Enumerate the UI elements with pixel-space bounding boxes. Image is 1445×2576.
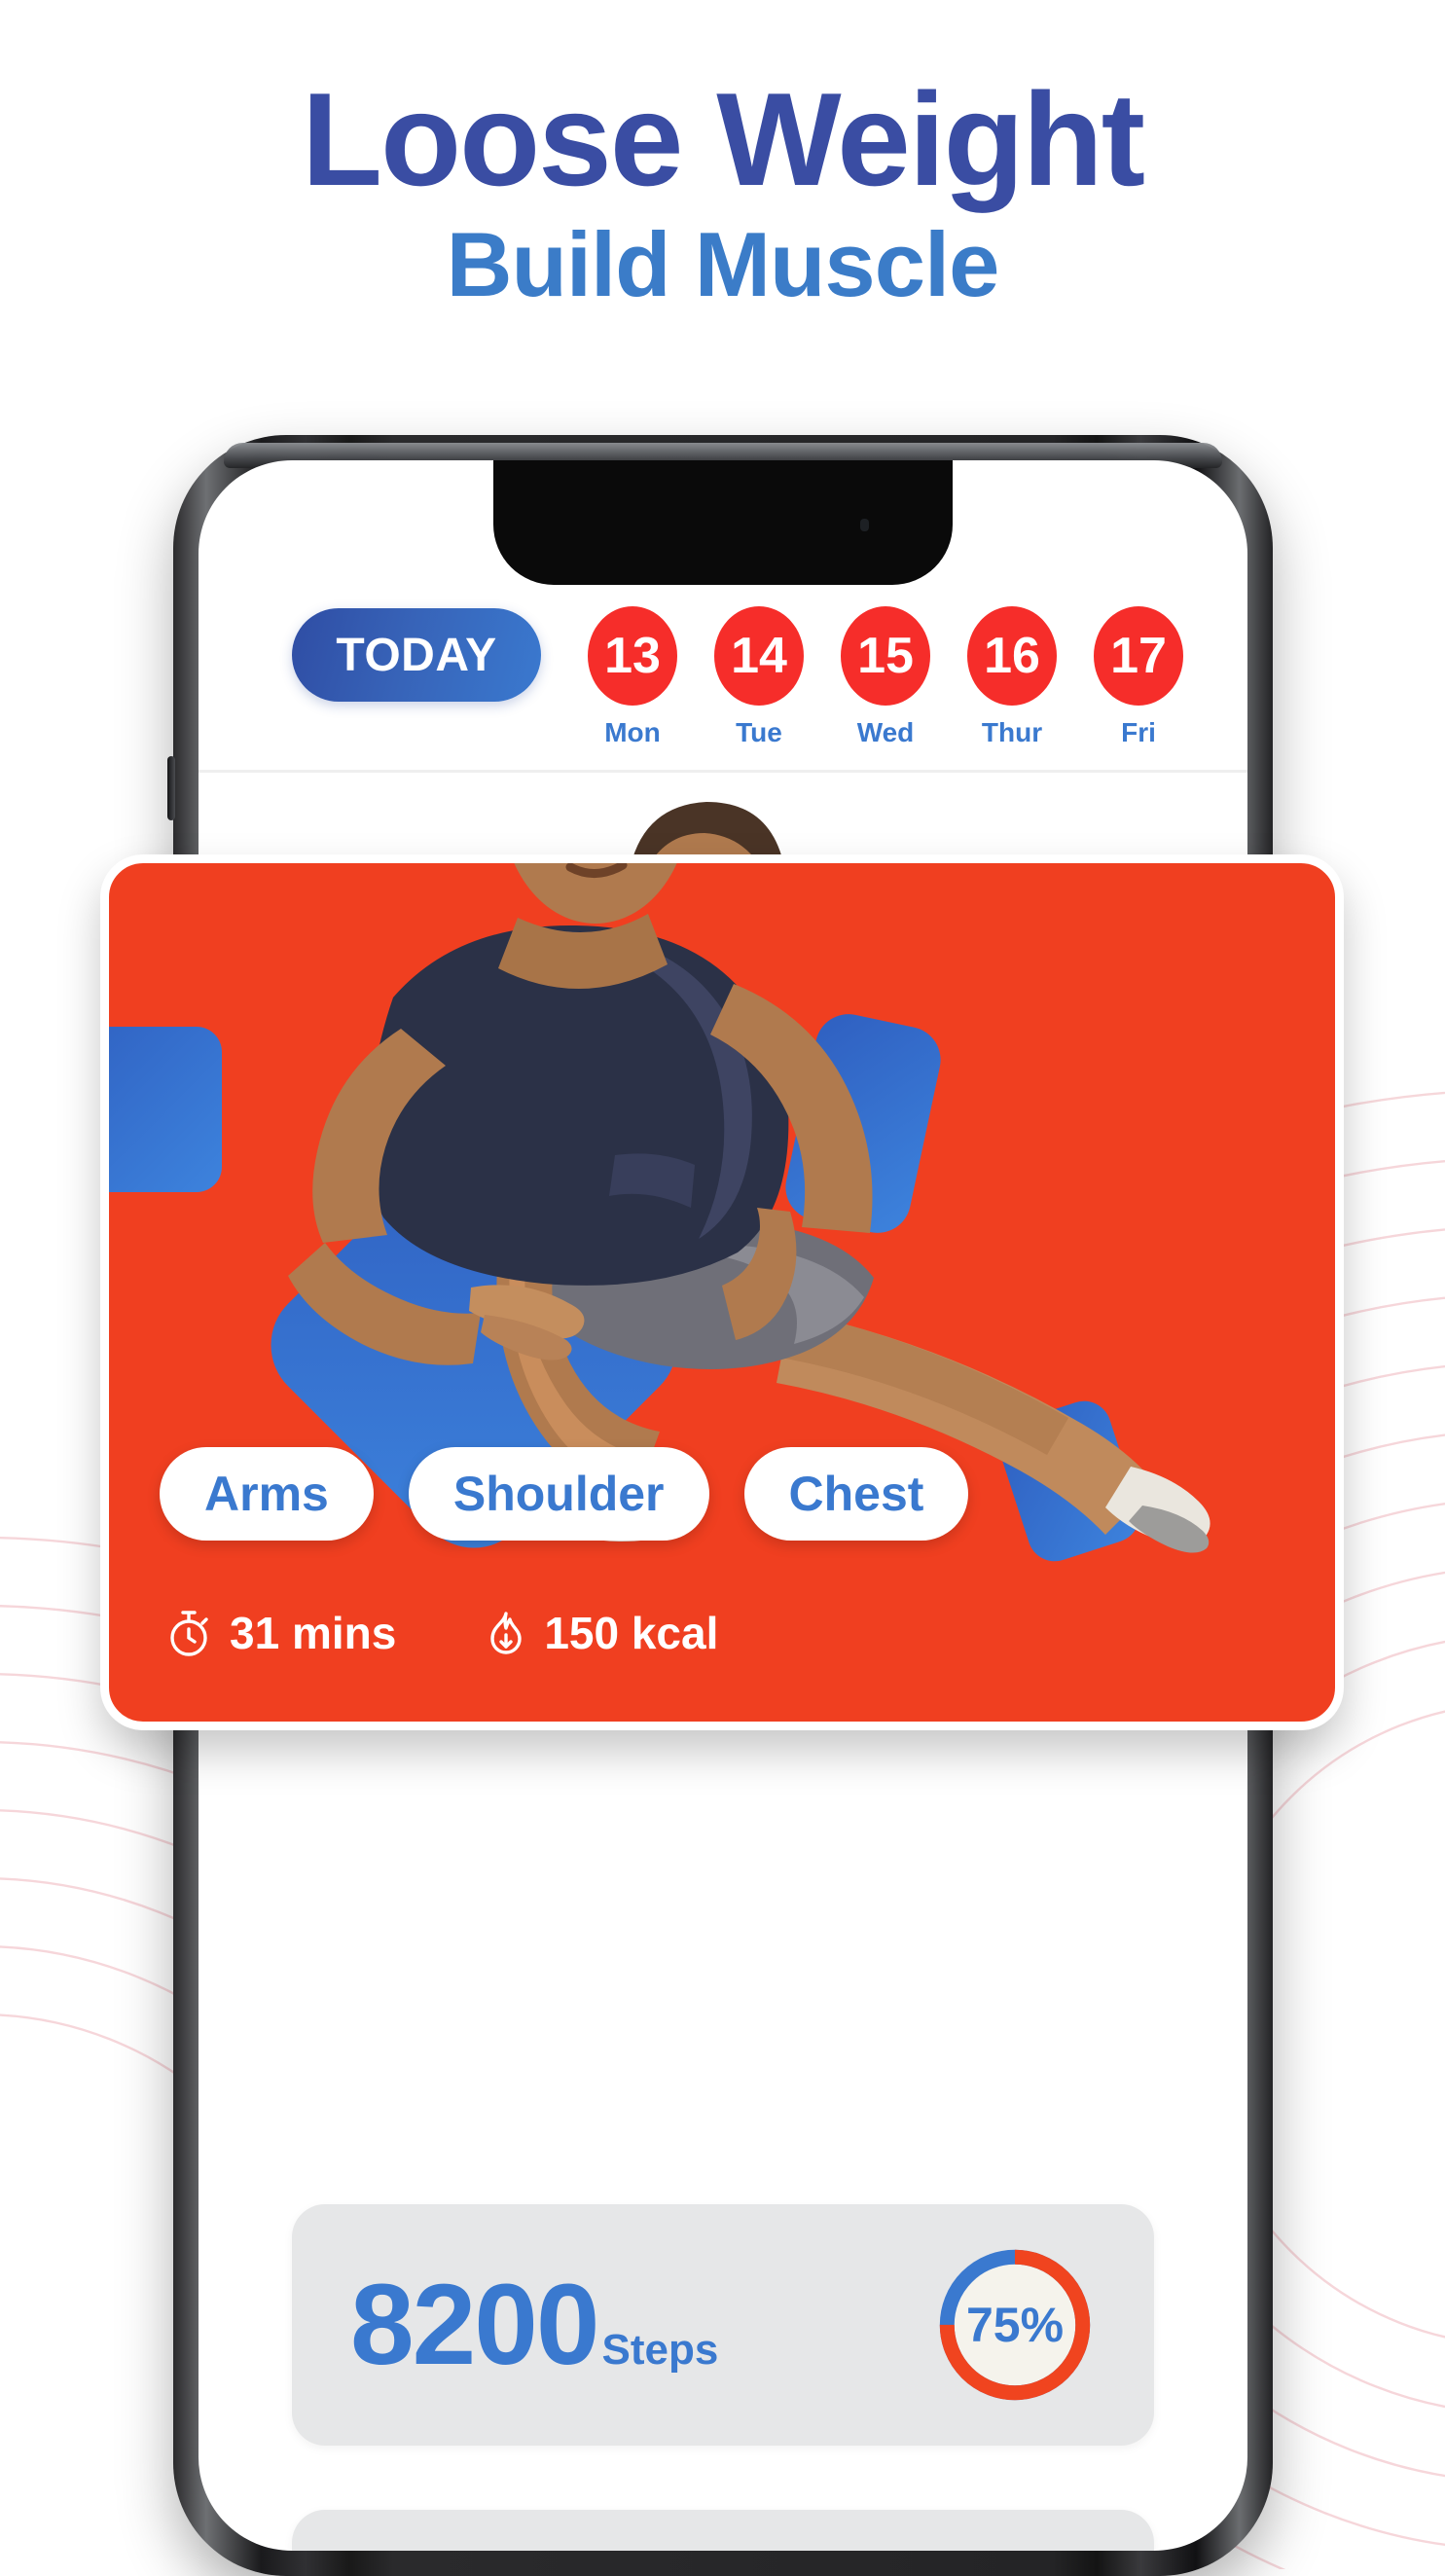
day-number: 13	[588, 606, 677, 706]
calendar-strip: TODAY 13 Mon 14 Tue 15 Wed 16 Thur 17 Fr…	[199, 585, 1247, 780]
day-number: 17	[1094, 606, 1183, 706]
day-item-fri[interactable]: 17 Fri	[1094, 606, 1183, 748]
headline-line-1: Loose Weight	[301, 65, 1145, 213]
day-name: Thur	[981, 717, 1043, 747]
progress-percent-label: 75%	[965, 2298, 1065, 2352]
flame-icon	[486, 1608, 526, 1658]
steps-card[interactable]: 8200 Steps 75%	[292, 2204, 1154, 2446]
day-name: Fri	[1121, 717, 1156, 747]
weigh-in-card[interactable]: Weigh-In To see your progress towards th…	[292, 2510, 1154, 2551]
phone-mute-switch	[167, 756, 175, 820]
steps-progress-ring: 75%	[934, 2244, 1096, 2406]
day-number: 16	[967, 606, 1057, 706]
steps-unit: Steps	[601, 2326, 719, 2374]
chip-arms[interactable]: Arms	[160, 1447, 374, 1541]
day-name: Wed	[856, 717, 915, 747]
phone-notch	[493, 460, 953, 585]
steps-value-block: 8200 Steps	[350, 2268, 718, 2382]
day-item-mon[interactable]: 13 Mon	[588, 606, 677, 748]
headline-block: Loose Weight Build Muscle	[0, 72, 1445, 312]
athlete-photo-svg	[288, 863, 1210, 1553]
calories-metric: 150 kcal	[486, 1607, 718, 1659]
day-name: Tue	[736, 717, 782, 747]
stat-cards: 8200 Steps 75% Weigh-In	[199, 2204, 1247, 2551]
today-button[interactable]: TODAY	[292, 608, 541, 702]
workout-metrics: 31 mins 150 kcal	[165, 1607, 718, 1659]
workout-card[interactable]: Arms Shoulder Chest 31 mins 150 kcal	[100, 854, 1344, 1730]
stopwatch-icon	[165, 1608, 212, 1658]
front-camera-icon	[860, 519, 869, 531]
day-number: 15	[841, 606, 930, 706]
day-item-thur[interactable]: 16 Thur	[967, 606, 1057, 748]
headline-line-2: Build Muscle	[446, 212, 1000, 315]
day-item-wed[interactable]: 15 Wed	[841, 606, 930, 748]
calories-value: 150 kcal	[544, 1608, 719, 1658]
day-number: 14	[714, 606, 804, 706]
day-name: Mon	[604, 717, 661, 747]
day-item-tue[interactable]: 14 Tue	[714, 606, 804, 748]
duration-value: 31 mins	[230, 1608, 397, 1658]
muscle-group-chips: Arms Shoulder Chest	[160, 1447, 969, 1541]
chip-shoulder[interactable]: Shoulder	[408, 1447, 709, 1541]
chip-chest[interactable]: Chest	[743, 1447, 969, 1541]
calendar-divider	[199, 770, 1247, 773]
day-list: 13 Mon 14 Tue 15 Wed 16 Thur 17 Fri	[588, 606, 1183, 748]
steps-value: 8200	[350, 2261, 600, 2389]
duration-metric: 31 mins	[165, 1607, 396, 1659]
